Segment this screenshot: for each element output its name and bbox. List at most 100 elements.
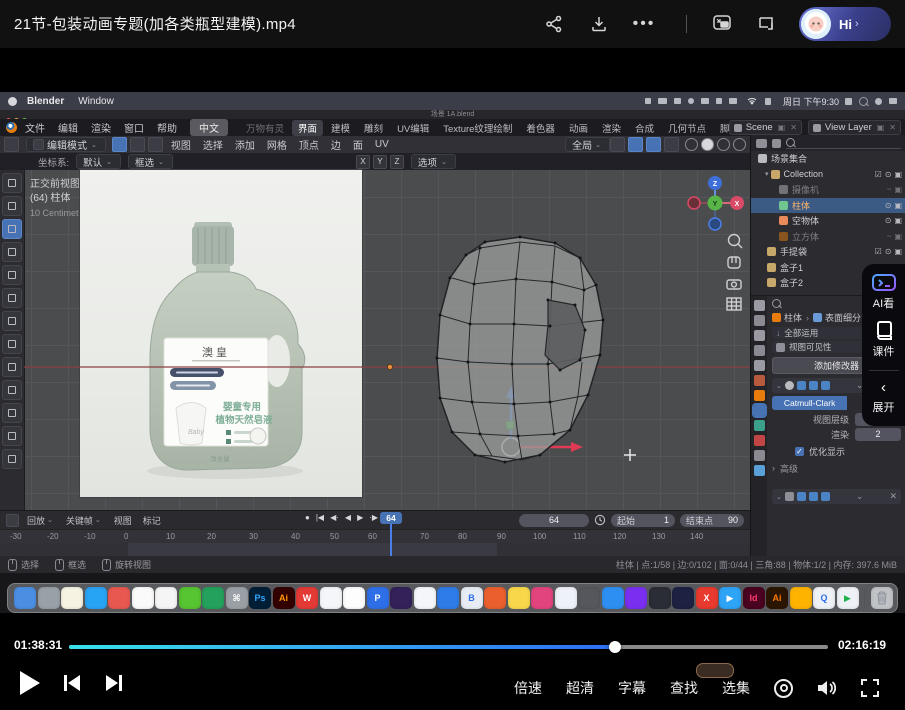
timeline-menu-item[interactable]: 回放⌄: [27, 514, 55, 527]
transform-orientation-field[interactable]: 默认⌄: [76, 154, 121, 169]
cursor-tool[interactable]: [2, 196, 22, 216]
viewport-menu-item[interactable]: 顶点: [299, 137, 319, 152]
player-option[interactable]: 超清: [566, 678, 594, 698]
dock-app-icon[interactable]: [649, 587, 671, 609]
transform-tool[interactable]: [2, 288, 22, 308]
workspace-tab[interactable]: 合成: [629, 120, 660, 136]
workspace-tab[interactable]: 动画: [563, 120, 594, 136]
solid-shading-icon[interactable]: [701, 138, 714, 151]
copy-layer-icon[interactable]: ▣: [877, 123, 885, 132]
options-dropdown[interactable]: 选项⌄: [411, 154, 456, 169]
dock-app-icon[interactable]: Q: [813, 587, 835, 609]
link-toggle-icon[interactable]: ~: [887, 232, 892, 241]
dock-app-icon[interactable]: [320, 587, 342, 609]
xray-toggle-icon[interactable]: [664, 137, 679, 152]
outliner-item[interactable]: 空物体 ⊙ ▣: [751, 213, 905, 229]
modifier-field[interactable]: 渲染 2: [772, 428, 901, 441]
render-camera-icon[interactable]: ▣: [894, 185, 902, 194]
mirror-axis-toggle[interactable]: Z: [390, 155, 404, 169]
download-icon[interactable]: [588, 13, 610, 35]
transport-button[interactable]: |◀: [316, 513, 324, 522]
transport-button[interactable]: ●: [305, 513, 310, 522]
select-box-tool[interactable]: [2, 173, 22, 193]
visibility-eye-icon[interactable]: ⊙: [885, 247, 892, 256]
dock-app-icon[interactable]: [602, 587, 624, 609]
player-option[interactable]: 倍速: [514, 678, 542, 698]
catmull-clark-button[interactable]: Catmull-Clark: [772, 396, 847, 410]
trash-icon[interactable]: [871, 587, 893, 609]
previous-episode-button[interactable]: [62, 673, 82, 693]
workspace-tab[interactable]: 建模: [325, 120, 356, 136]
visibility-eye-icon[interactable]: ⊙: [885, 216, 892, 225]
workspace-tab[interactable]: 渲染: [596, 120, 627, 136]
transport-button[interactable]: ▶: [357, 513, 363, 522]
move-tool[interactable]: [2, 219, 22, 239]
rotate-tool[interactable]: [2, 242, 22, 262]
proportional-edit-icon[interactable]: [646, 137, 661, 152]
advanced-section[interactable]: › 高级: [767, 461, 905, 475]
outliner-item[interactable]: ▾ Collection ☑ ⊙ ▣: [751, 167, 905, 183]
dock-app-icon[interactable]: W: [296, 587, 318, 609]
dock-app-icon[interactable]: [202, 587, 224, 609]
workspace-tab[interactable]: 雕刻: [358, 120, 389, 136]
view-layer-field[interactable]: View Layer ▣ ✕: [808, 120, 901, 135]
player-option[interactable]: 选集: [722, 678, 750, 698]
workspace-tab[interactable]: 几何节点: [662, 120, 712, 136]
modifier-extras-icon[interactable]: ⌄: [856, 491, 864, 502]
loopcut-tool[interactable]: [2, 426, 22, 446]
viewport-menu-item[interactable]: 网格: [267, 137, 287, 152]
record-gif-icon[interactable]: [774, 679, 793, 698]
snap-magnet-icon[interactable]: [628, 137, 643, 152]
current-frame-field[interactable]: 64: [519, 514, 589, 527]
dock-app-icon[interactable]: [61, 587, 83, 609]
edit-mode-display-icon[interactable]: [797, 381, 806, 390]
properties-tab[interactable]: [754, 420, 765, 431]
menu-item[interactable]: 窗口: [124, 120, 144, 135]
auto-keying-clock-icon[interactable]: [594, 514, 606, 526]
link-toggle-icon[interactable]: ~: [887, 185, 892, 194]
mac-menu-window[interactable]: Window: [78, 96, 114, 107]
workspace-tab[interactable]: Texture纹理绘制: [437, 120, 518, 136]
dock-app-icon[interactable]: [155, 587, 177, 609]
realtime-display-icon[interactable]: [809, 381, 818, 390]
properties-tab[interactable]: [754, 390, 765, 401]
dock-app-icon[interactable]: [132, 587, 154, 609]
viewport-menu-item[interactable]: 视图: [171, 137, 191, 152]
properties-tab[interactable]: [754, 345, 765, 356]
dock-app-icon[interactable]: [578, 587, 600, 609]
delete-layer-icon[interactable]: ✕: [889, 123, 896, 132]
realtime-display-icon[interactable]: [809, 492, 818, 501]
menu-item[interactable]: 帮助: [157, 120, 177, 135]
outliner-filter-icon[interactable]: [756, 139, 767, 148]
properties-tab[interactable]: [754, 465, 765, 476]
editor-type-icon[interactable]: [4, 137, 19, 152]
ai-watch-button[interactable]: AI看: [872, 272, 896, 311]
checkbox-icon[interactable]: ☑: [875, 170, 882, 179]
close-modifier-icon[interactable]: ✕: [889, 491, 897, 502]
viewport-menu-item[interactable]: 边: [331, 137, 341, 152]
outliner-item[interactable]: 摄像机 ~ ▣: [751, 182, 905, 198]
dock-app-icon[interactable]: [555, 587, 577, 609]
more-icon[interactable]: •••: [633, 13, 655, 35]
play-button[interactable]: [18, 670, 40, 696]
face-select-icon[interactable]: [148, 137, 163, 152]
checkbox-checked-icon[interactable]: ✓: [795, 447, 804, 456]
properties-tab[interactable]: [754, 300, 765, 311]
dock-app-icon[interactable]: ⌘: [226, 587, 248, 609]
pivot-point-icon[interactable]: [610, 137, 625, 152]
visibility-eye-icon[interactable]: ⊙: [885, 201, 892, 210]
workspace-tab[interactable]: 万物有灵: [240, 120, 290, 136]
viewport-menu-item[interactable]: 添加: [235, 137, 255, 152]
scene-field[interactable]: Scene ▣ ✕: [729, 120, 802, 135]
bevel-tool[interactable]: [2, 403, 22, 423]
optimal-display-row[interactable]: ✓ 优化显示: [767, 444, 905, 458]
outliner-item[interactable]: 柱体 ⊙ ▣: [751, 198, 905, 214]
pip-icon[interactable]: [711, 12, 733, 34]
workspace-tab[interactable]: 界面: [292, 120, 323, 136]
transport-button[interactable]: ◀: [345, 513, 351, 522]
viewport-menu-item[interactable]: UV: [375, 139, 389, 150]
render-camera-icon[interactable]: ▣: [894, 247, 902, 256]
mode-dropdown[interactable]: 编辑模式 ⌄: [26, 137, 106, 152]
courseware-button[interactable]: 课件: [873, 320, 895, 359]
mirror-axis-toggle[interactable]: X: [356, 155, 370, 169]
